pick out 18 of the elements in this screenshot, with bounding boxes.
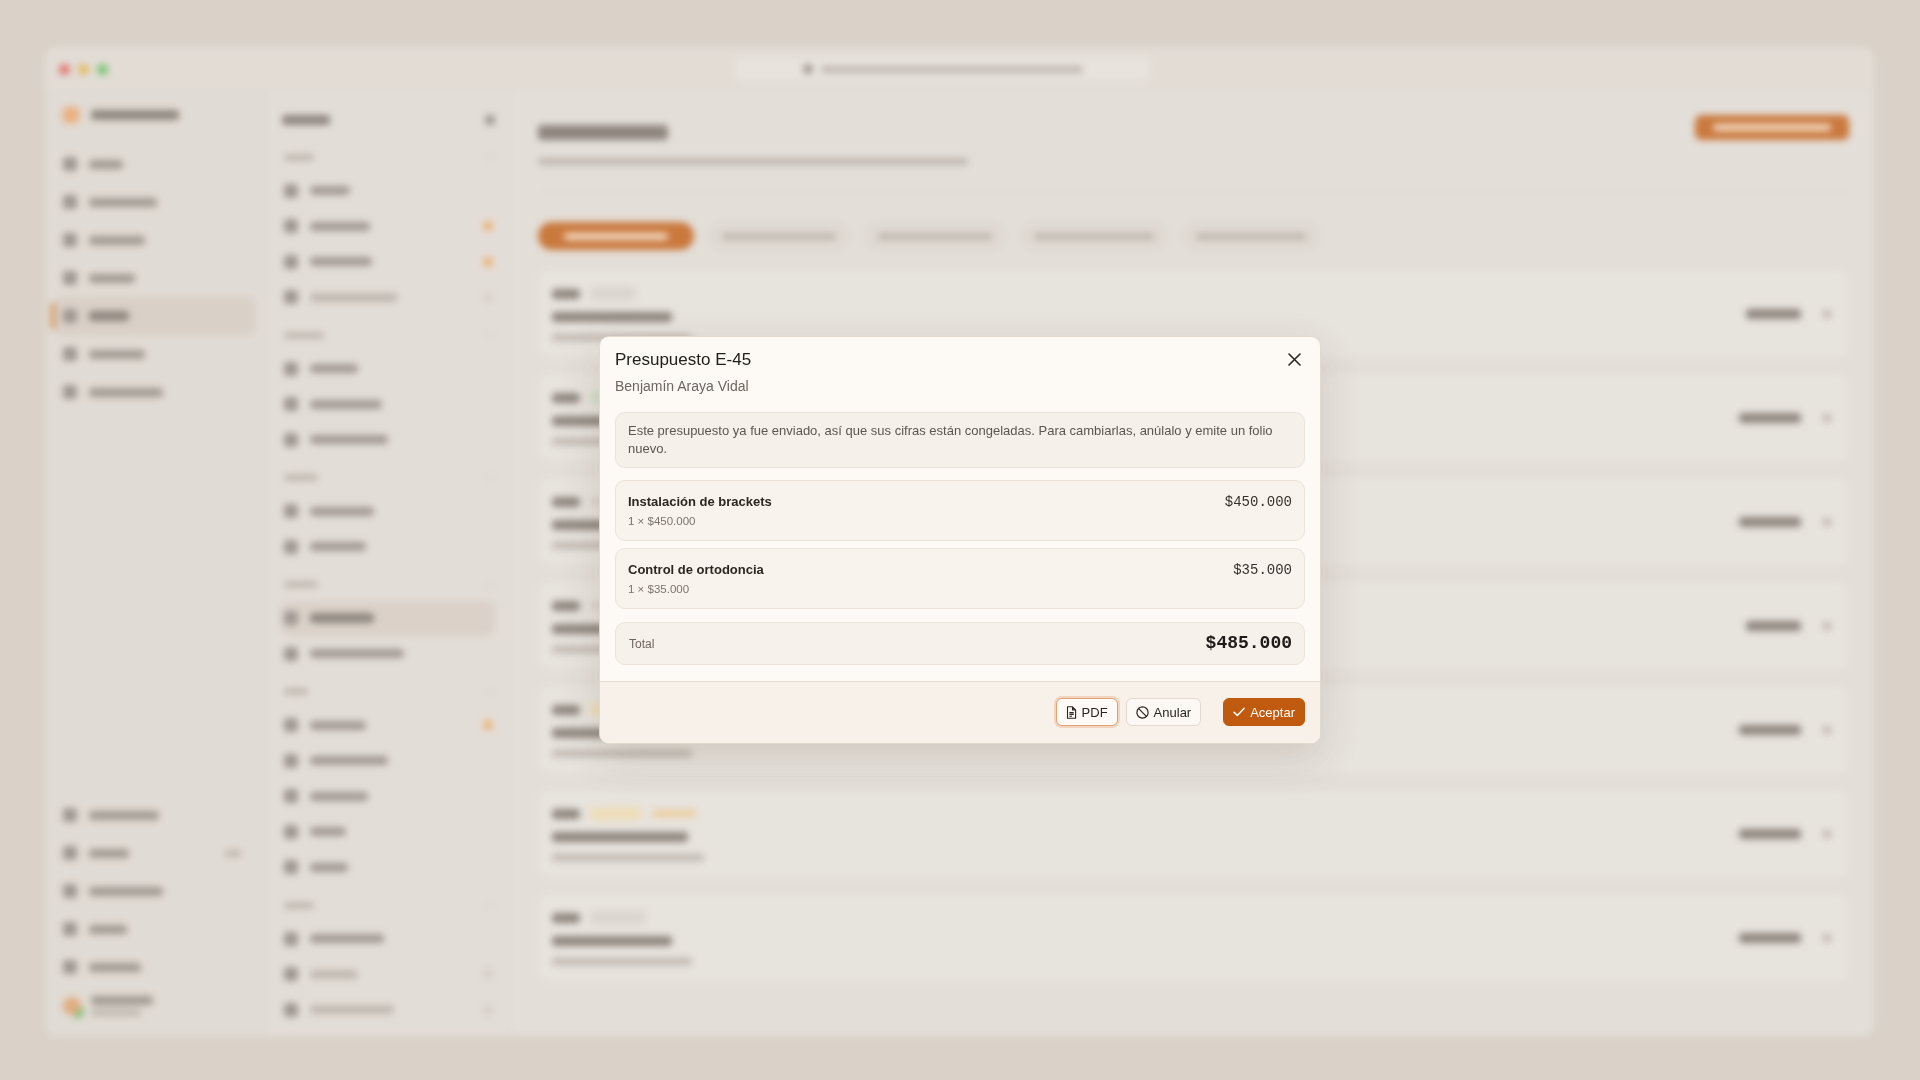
total-label: Total <box>629 635 655 652</box>
check-icon <box>1233 707 1246 717</box>
line-item-amount: $450.000 <box>1224 493 1292 511</box>
prohibited-icon <box>1135 705 1149 719</box>
line-item-quantity: 1 × $450.000 <box>628 514 696 529</box>
void-button[interactable]: Anular <box>1125 698 1202 726</box>
line-item-amount: $35.000 <box>1233 561 1292 579</box>
line-item-quantity: 1 × $35.000 <box>628 582 690 597</box>
total-amount: $485.000 <box>1205 633 1292 654</box>
line-item-name: Control de ortodoncia <box>628 561 764 579</box>
info-notice: Este presupuesto ya fue enviado, así que sus cifras están congeladas. Para cambiarlas, anúlalo y emite un folio nuevo. <box>615 412 1305 468</box>
dialog-subtitle: Benjamín Araya Vidal <box>615 377 749 396</box>
pdf-button[interactable]: PDF <box>1055 698 1118 726</box>
dialog-title: Presupuesto E-45 <box>615 349 752 371</box>
document-icon <box>1065 705 1077 719</box>
accept-button[interactable]: Aceptar <box>1223 698 1305 726</box>
close-icon[interactable] <box>1288 353 1301 366</box>
line-item-name: Instalación de brackets <box>628 493 772 511</box>
